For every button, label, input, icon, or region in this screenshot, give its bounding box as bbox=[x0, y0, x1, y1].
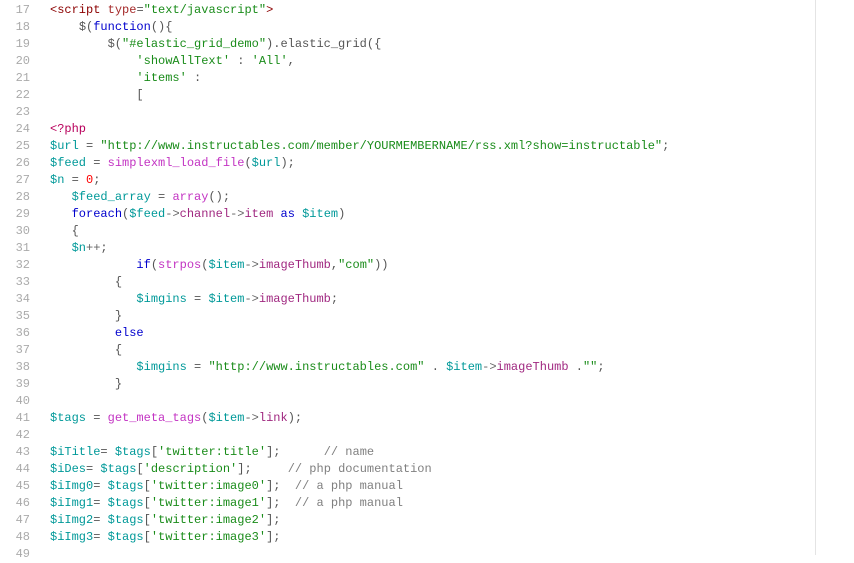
line-number-gutter: 1718192021222324252627282930313233343536… bbox=[0, 0, 38, 555]
line-number: 39 bbox=[4, 376, 30, 393]
code-line[interactable]: $(function(){ bbox=[50, 19, 854, 36]
code-editor[interactable]: 1718192021222324252627282930313233343536… bbox=[0, 0, 854, 555]
code-line[interactable]: if(strpos($item->imageThumb,"com")) bbox=[50, 257, 854, 274]
code-line[interactable]: foreach($feed->channel->item as $item) bbox=[50, 206, 854, 223]
line-number: 46 bbox=[4, 495, 30, 512]
code-line[interactable]: <?php bbox=[50, 121, 854, 138]
line-number: 45 bbox=[4, 478, 30, 495]
line-number: 28 bbox=[4, 189, 30, 206]
code-line[interactable]: 'showAllText' : 'All', bbox=[50, 53, 854, 70]
code-line[interactable]: $iImg1= $tags['twitter:image1']; // a ph… bbox=[50, 495, 854, 512]
line-number: 27 bbox=[4, 172, 30, 189]
code-line[interactable]: $iImg3= $tags['twitter:image3']; bbox=[50, 529, 854, 546]
line-number: 24 bbox=[4, 121, 30, 138]
right-margin-line bbox=[815, 0, 816, 555]
code-content-area[interactable]: <script type="text/javascript"> $(functi… bbox=[38, 0, 854, 555]
code-line[interactable]: [ bbox=[50, 87, 854, 104]
code-line[interactable]: $imgins = "http://www.instructables.com"… bbox=[50, 359, 854, 376]
line-number: 31 bbox=[4, 240, 30, 257]
code-line[interactable]: $iDes= $tags['description']; // php docu… bbox=[50, 461, 854, 478]
line-number: 36 bbox=[4, 325, 30, 342]
line-number: 37 bbox=[4, 342, 30, 359]
code-line[interactable]: <script type="text/javascript"> bbox=[50, 2, 854, 19]
code-line[interactable]: } bbox=[50, 376, 854, 393]
code-line[interactable]: $("#elastic_grid_demo").elastic_grid({ bbox=[50, 36, 854, 53]
code-line[interactable]: $iImg2= $tags['twitter:image2']; bbox=[50, 512, 854, 529]
line-number: 18 bbox=[4, 19, 30, 36]
line-number: 20 bbox=[4, 53, 30, 70]
code-line[interactable]: { bbox=[50, 223, 854, 240]
code-line[interactable] bbox=[50, 104, 854, 121]
line-number: 35 bbox=[4, 308, 30, 325]
code-line[interactable]: else bbox=[50, 325, 854, 342]
code-line[interactable]: $feed = simplexml_load_file($url); bbox=[50, 155, 854, 172]
code-line[interactable]: 'items' : bbox=[50, 70, 854, 87]
code-line[interactable]: $feed_array = array(); bbox=[50, 189, 854, 206]
code-line[interactable]: $iImg0= $tags['twitter:image0']; // a ph… bbox=[50, 478, 854, 495]
line-number: 42 bbox=[4, 427, 30, 444]
line-number: 38 bbox=[4, 359, 30, 376]
code-line[interactable]: $n = 0; bbox=[50, 172, 854, 189]
line-number: 17 bbox=[4, 2, 30, 19]
code-line[interactable]: $iTitle= $tags['twitter:title']; // name bbox=[50, 444, 854, 461]
code-line[interactable]: $url = "http://www.instructables.com/mem… bbox=[50, 138, 854, 155]
line-number: 25 bbox=[4, 138, 30, 155]
code-line[interactable]: } bbox=[50, 308, 854, 325]
code-line[interactable]: { bbox=[50, 274, 854, 291]
line-number: 40 bbox=[4, 393, 30, 410]
line-number: 48 bbox=[4, 529, 30, 546]
line-number: 43 bbox=[4, 444, 30, 461]
line-number: 44 bbox=[4, 461, 30, 478]
code-line[interactable]: $imgins = $item->imageThumb; bbox=[50, 291, 854, 308]
code-line[interactable] bbox=[50, 393, 854, 410]
line-number: 26 bbox=[4, 155, 30, 172]
line-number: 33 bbox=[4, 274, 30, 291]
code-line[interactable]: $tags = get_meta_tags($item->link); bbox=[50, 410, 854, 427]
code-line[interactable] bbox=[50, 427, 854, 444]
line-number: 23 bbox=[4, 104, 30, 121]
line-number: 21 bbox=[4, 70, 30, 87]
line-number: 22 bbox=[4, 87, 30, 104]
line-number: 32 bbox=[4, 257, 30, 274]
line-number: 19 bbox=[4, 36, 30, 53]
line-number: 30 bbox=[4, 223, 30, 240]
line-number: 41 bbox=[4, 410, 30, 427]
code-line[interactable]: $n++; bbox=[50, 240, 854, 257]
line-number: 34 bbox=[4, 291, 30, 308]
code-line[interactable] bbox=[50, 546, 854, 555]
code-line[interactable]: { bbox=[50, 342, 854, 359]
line-number: 47 bbox=[4, 512, 30, 529]
line-number: 29 bbox=[4, 206, 30, 223]
